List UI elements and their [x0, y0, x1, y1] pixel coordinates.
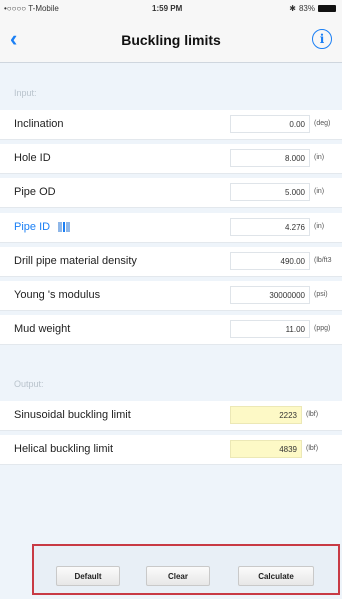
battery-icon [318, 5, 336, 12]
info-icon[interactable]: i [312, 29, 332, 49]
hole-id-unit: (in) [314, 154, 325, 161]
battery-percent: 83% [298, 4, 315, 13]
row-youngs-modulus: Young 's modulus (psi) [0, 281, 342, 311]
battery-indicator: ✱ 83% [289, 4, 336, 13]
default-button[interactable]: Default [56, 566, 120, 586]
helical-limit-value [230, 440, 302, 458]
helical-limit-unit: (lbf) [306, 445, 319, 452]
pipe-id-field[interactable] [230, 218, 310, 236]
pipe-od-unit: (in) [314, 188, 325, 195]
phone-screen: •○○○○ T-Mobile 1:59 PM ✱ 83% ‹ Buckling … [0, 0, 342, 599]
bluetooth-icon: ✱ [289, 4, 296, 13]
mud-weight-label: Mud weight [14, 323, 71, 335]
navigation-bar: ‹ Buckling limits i [0, 18, 342, 63]
pipe-cross-section-icon[interactable] [57, 221, 71, 233]
pipe-id-label-text: Pipe ID [14, 221, 51, 233]
row-inclination: Inclination (deg) [0, 110, 342, 140]
bottom-toolbar: Default Clear Calculate [32, 544, 340, 595]
carrier-label: •○○○○ T-Mobile [4, 4, 59, 13]
drill-pipe-density-field[interactable] [230, 252, 310, 270]
status-bar: •○○○○ T-Mobile 1:59 PM ✱ 83% [0, 0, 342, 18]
row-sinusoidal-limit: Sinusoidal buckling limit (lbf) [0, 401, 342, 431]
sinusoidal-limit-value [230, 406, 302, 424]
hole-id-label: Hole ID [14, 152, 51, 164]
mud-weight-unit: (ppg) [314, 325, 331, 332]
row-helical-limit: Helical buckling limit (lbf) [0, 435, 342, 465]
row-drill-pipe-density: Drill pipe material density (lb/ft3 [0, 247, 342, 277]
calculate-button[interactable]: Calculate [238, 566, 314, 586]
input-section-label: Input: [14, 88, 37, 98]
row-pipe-id: Pipe ID (in) [0, 213, 342, 243]
row-pipe-od: Pipe OD (in) [0, 178, 342, 208]
output-section-label: Output: [14, 379, 44, 389]
pipe-id-unit: (in) [314, 223, 325, 230]
drill-pipe-density-unit: (lb/ft3 [314, 257, 332, 264]
clear-button[interactable]: Clear [146, 566, 210, 586]
inclination-unit: (deg) [314, 120, 331, 127]
pipe-od-label: Pipe OD [14, 186, 56, 198]
youngs-modulus-unit: (psi) [314, 291, 328, 298]
pipe-id-label[interactable]: Pipe ID [14, 221, 71, 233]
hole-id-field[interactable] [230, 149, 310, 167]
row-mud-weight: Mud weight (ppg) [0, 315, 342, 345]
mud-weight-field[interactable] [230, 320, 310, 338]
helical-limit-label: Helical buckling limit [14, 443, 114, 455]
row-hole-id: Hole ID (in) [0, 144, 342, 174]
sinusoidal-limit-unit: (lbf) [306, 411, 319, 418]
clock: 1:59 PM [152, 4, 183, 13]
youngs-modulus-label: Young 's modulus [14, 289, 101, 301]
youngs-modulus-field[interactable] [230, 286, 310, 304]
page-title: Buckling limits [121, 32, 221, 48]
sinusoidal-limit-label: Sinusoidal buckling limit [14, 409, 131, 421]
pipe-od-field[interactable] [230, 183, 310, 201]
inclination-label: Inclination [14, 118, 64, 130]
drill-pipe-density-label: Drill pipe material density [14, 255, 137, 267]
inclination-field[interactable] [230, 115, 310, 133]
